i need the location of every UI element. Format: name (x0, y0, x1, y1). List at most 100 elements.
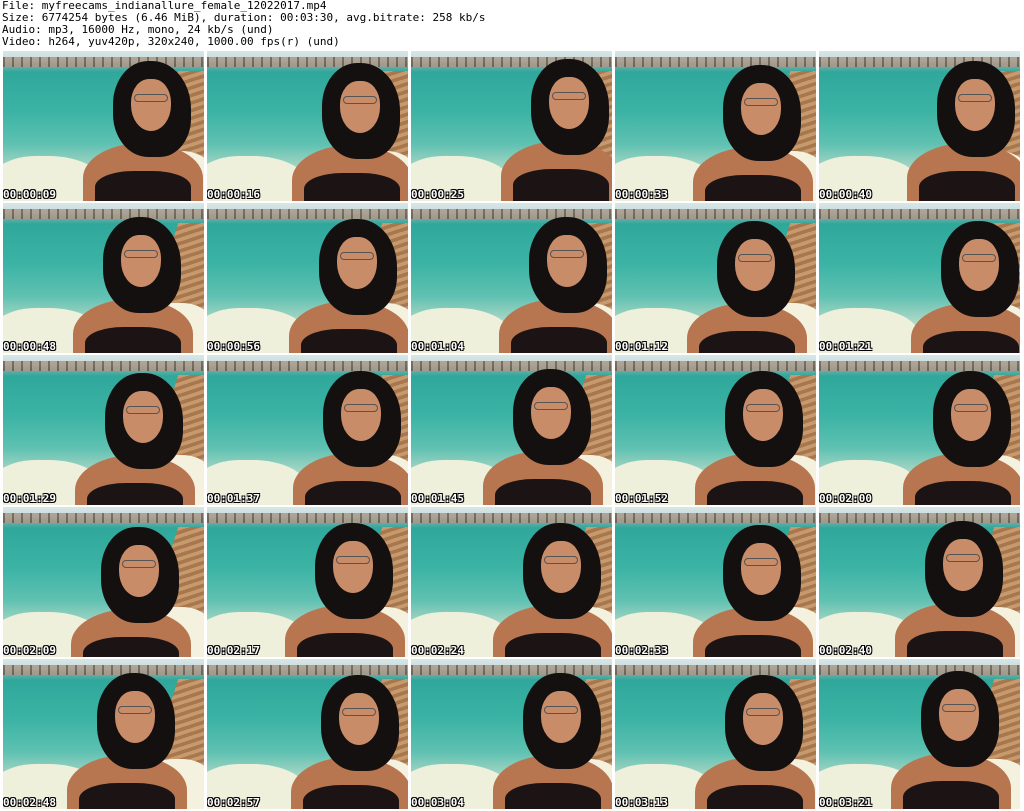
thumbnail-timestamp: 00:02:24 (411, 644, 464, 657)
black-top (85, 327, 181, 353)
thumbnail-timestamp: 00:01:12 (615, 340, 668, 353)
thumbnail-timestamp: 00:01:52 (615, 492, 668, 505)
thumbnail-timestamp: 00:01:45 (411, 492, 464, 505)
black-top (707, 785, 803, 809)
black-top (301, 329, 397, 353)
glasses (744, 98, 778, 106)
video-thumbnail: 00:01:12 (615, 203, 816, 353)
black-top (83, 637, 179, 657)
glasses (550, 250, 584, 258)
video-thumbnail: 00:00:56 (207, 203, 408, 353)
thumbnail-timestamp: 00:01:37 (207, 492, 260, 505)
glasses (942, 704, 976, 712)
video-thumbnail: 00:03:13 (615, 659, 816, 809)
black-top (505, 783, 601, 809)
face (340, 81, 380, 133)
thumbnail-timestamp: 00:00:16 (207, 188, 260, 201)
glasses (744, 558, 778, 566)
face (341, 389, 381, 441)
face (119, 545, 159, 597)
face (123, 391, 163, 443)
video-thumbnail: 00:01:04 (411, 203, 612, 353)
black-top (705, 635, 801, 657)
glasses (946, 554, 980, 562)
video-thumbnail: 00:01:29 (3, 355, 204, 505)
video-thumbnail: 00:02:09 (3, 507, 204, 657)
thumbnail-timestamp: 00:03:04 (411, 796, 464, 809)
face (741, 83, 781, 135)
black-top (705, 175, 801, 201)
glasses (344, 404, 378, 412)
face (339, 693, 379, 745)
face (743, 693, 783, 745)
glasses (124, 250, 158, 258)
face (939, 689, 979, 741)
video-thumbnail: 00:00:16 (207, 51, 408, 201)
black-top (923, 331, 1019, 353)
face (951, 389, 991, 441)
black-top (511, 327, 607, 353)
video-thumbnail: 00:01:45 (411, 355, 612, 505)
glasses (534, 402, 568, 410)
black-top (903, 781, 999, 809)
black-top (495, 479, 591, 505)
face (743, 389, 783, 441)
glasses (544, 706, 578, 714)
video-thumbnail: 00:03:21 (819, 659, 1020, 809)
glasses (552, 92, 586, 100)
glasses (340, 252, 374, 260)
black-top (79, 783, 175, 809)
pier (207, 361, 408, 371)
pier (819, 361, 1020, 371)
black-top (513, 169, 609, 201)
face (337, 237, 377, 289)
face (955, 79, 995, 131)
face (943, 539, 983, 591)
thumbnail-timestamp: 00:01:21 (819, 340, 872, 353)
thumbnail-timestamp: 00:02:33 (615, 644, 668, 657)
pier (411, 361, 612, 371)
face (131, 79, 171, 131)
video-thumbnail: 00:02:33 (615, 507, 816, 657)
pier (207, 57, 408, 67)
glasses (544, 556, 578, 564)
video-thumbnail: 00:03:04 (411, 659, 612, 809)
video-thumbnail: 00:00:48 (3, 203, 204, 353)
pier (615, 57, 816, 67)
glasses (746, 708, 780, 716)
pier (207, 513, 408, 523)
pier (615, 513, 816, 523)
pier (3, 209, 204, 219)
black-top (297, 633, 393, 657)
thumbnail-timestamp: 00:03:13 (615, 796, 668, 809)
face (741, 543, 781, 595)
video-thumbnail: 00:00:33 (615, 51, 816, 201)
thumbnail-timestamp: 00:02:48 (3, 796, 56, 809)
face (735, 239, 775, 291)
face (531, 387, 571, 439)
glasses (336, 556, 370, 564)
thumbnail-timestamp: 00:00:25 (411, 188, 464, 201)
thumbnail-timestamp: 00:00:48 (3, 340, 56, 353)
pier (819, 665, 1020, 675)
video-thumbnail: 00:01:37 (207, 355, 408, 505)
thumbnail-timestamp: 00:00:40 (819, 188, 872, 201)
thumbnail-timestamp: 00:03:21 (819, 796, 872, 809)
black-top (304, 173, 400, 201)
black-top (907, 631, 1003, 657)
black-top (303, 785, 399, 809)
video-thumbnail: 00:00:25 (411, 51, 612, 201)
glasses (126, 406, 160, 414)
black-top (915, 481, 1011, 505)
video-thumbnail: 00:02:48 (3, 659, 204, 809)
black-top (95, 171, 191, 201)
thumbnail-timestamp: 00:02:40 (819, 644, 872, 657)
thumbnail-timestamp: 00:00:33 (615, 188, 668, 201)
pier (819, 209, 1020, 219)
glasses (343, 96, 377, 104)
thumbnail-timestamp: 00:01:29 (3, 492, 56, 505)
pier (3, 513, 204, 523)
pier (3, 361, 204, 371)
pier (207, 665, 408, 675)
glasses (746, 404, 780, 412)
